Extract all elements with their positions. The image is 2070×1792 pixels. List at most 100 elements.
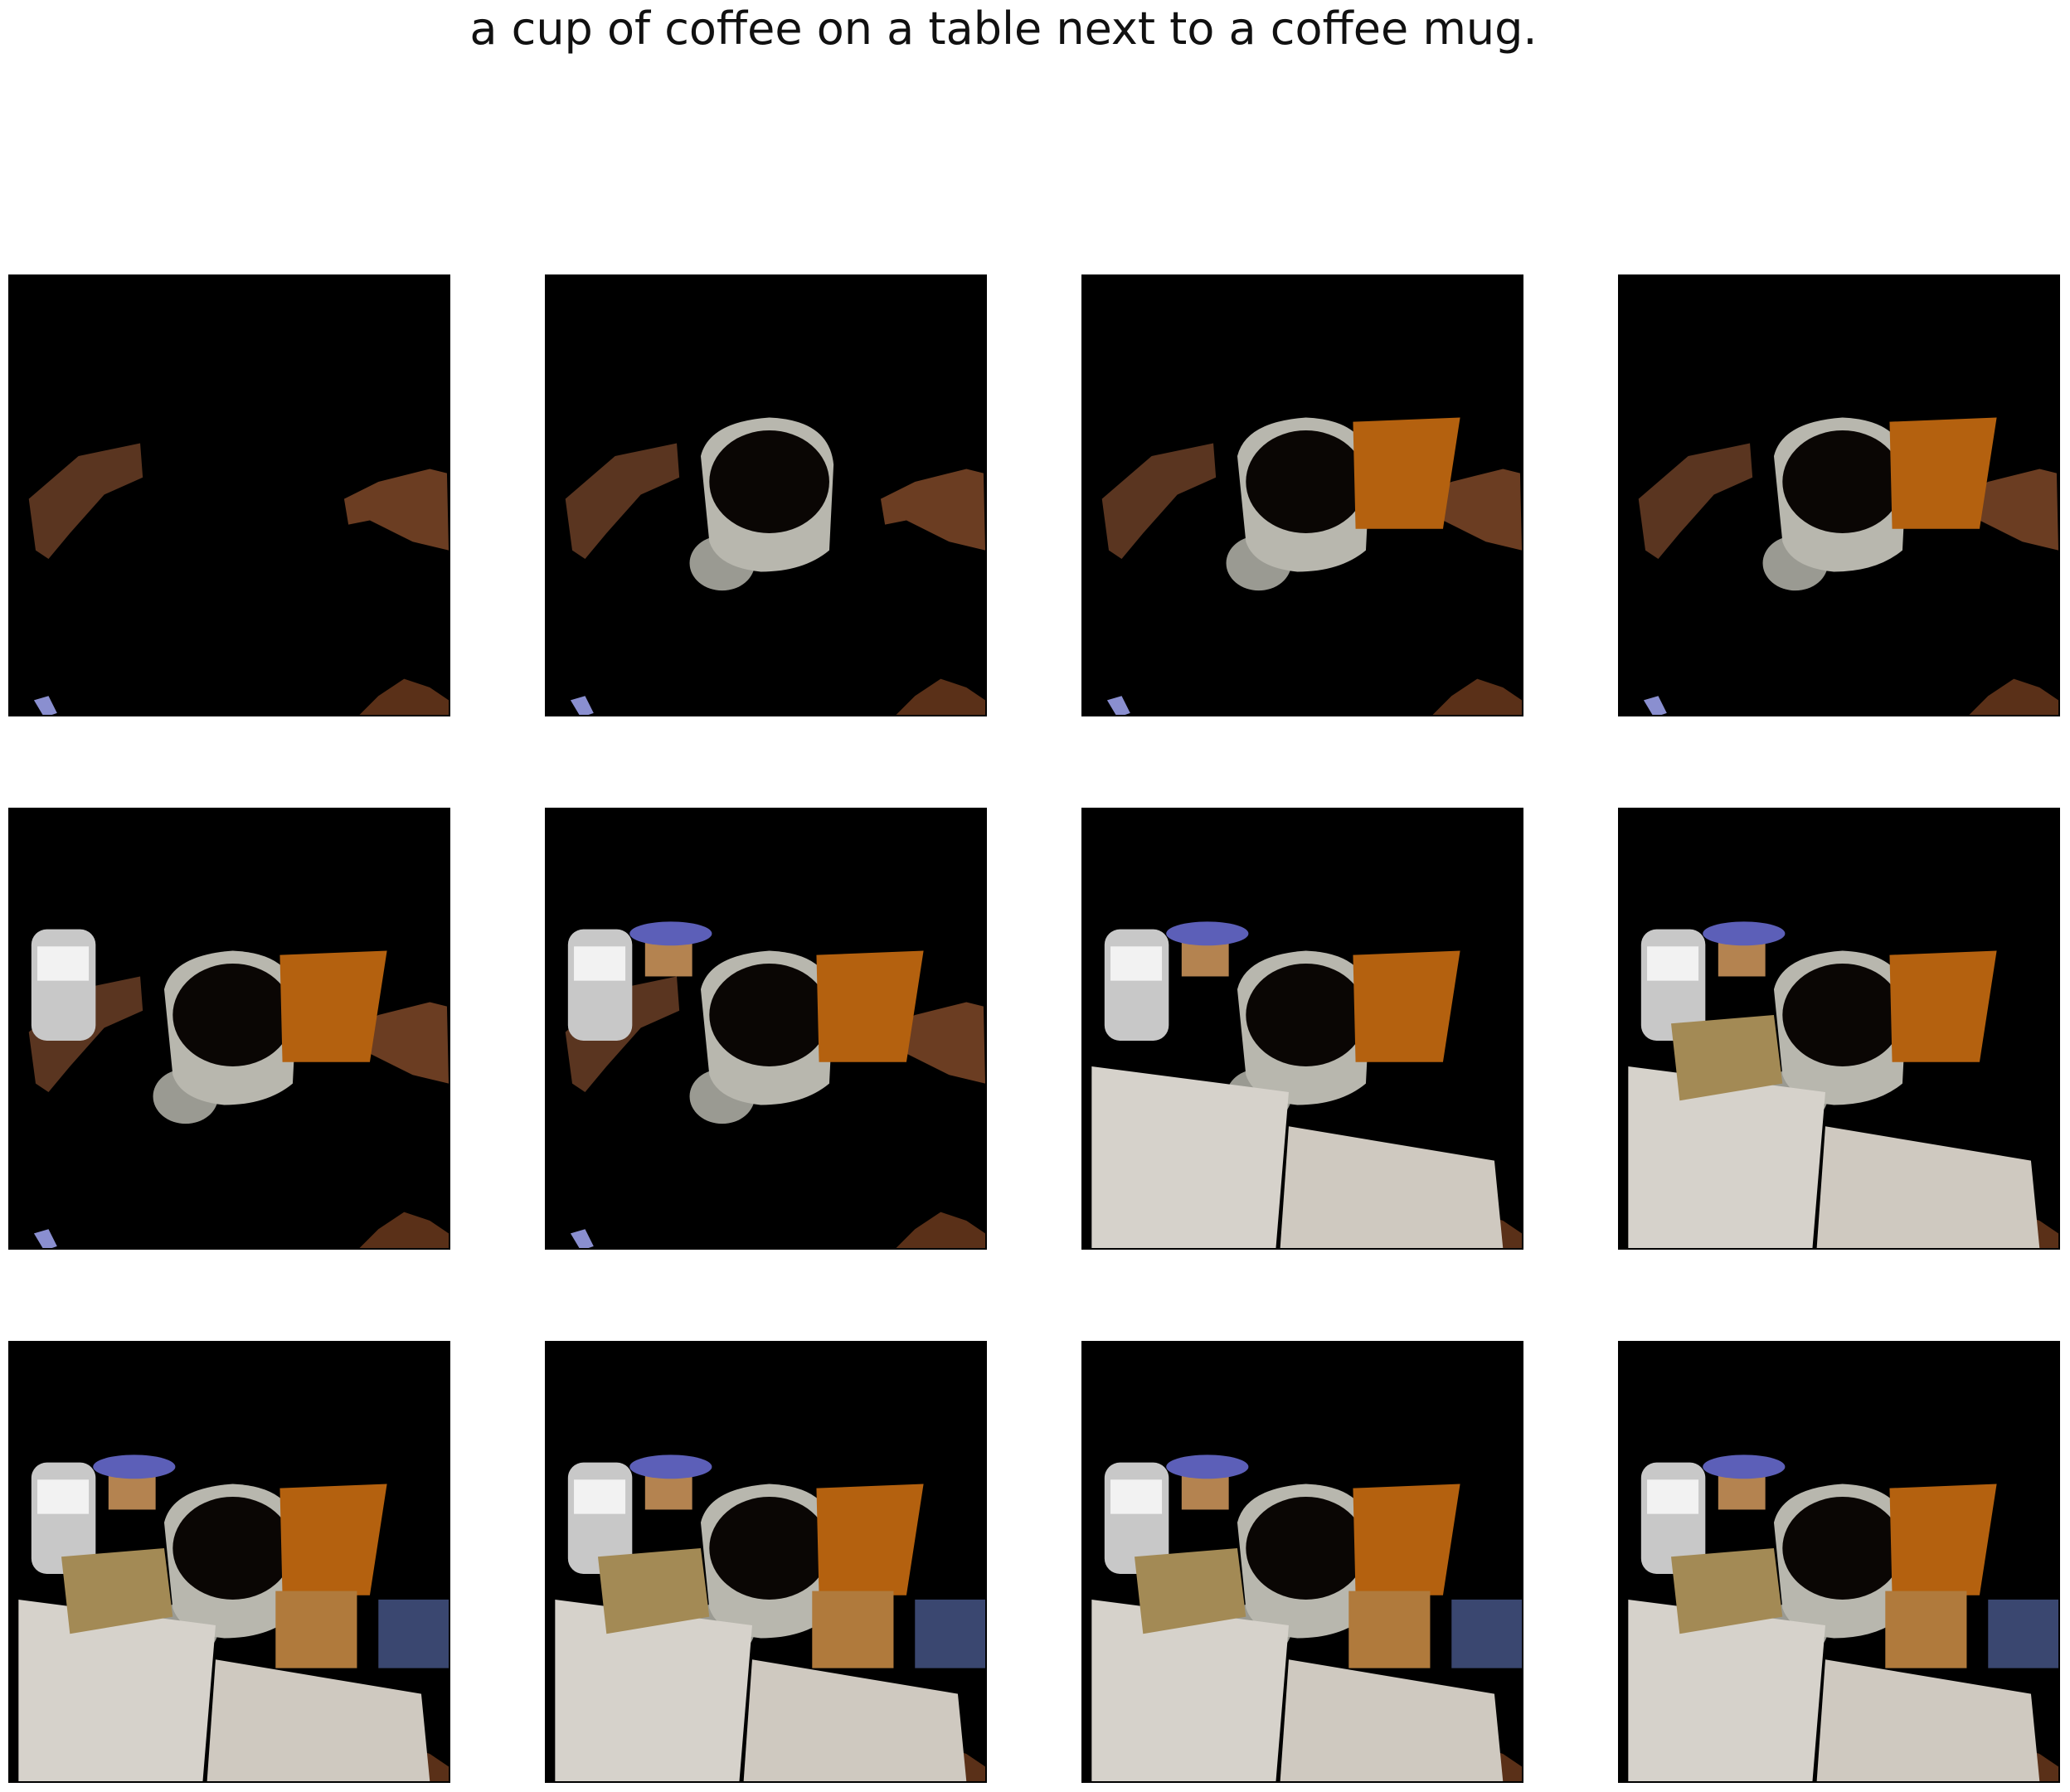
- cup-lid: [1703, 921, 1786, 946]
- coffee-mug: [689, 950, 834, 1124]
- jar-body: [31, 929, 96, 1041]
- frame-9: [8, 1341, 450, 1783]
- amber-glass: [279, 1484, 387, 1595]
- fragment: [28, 443, 143, 559]
- jar-label: [574, 1479, 626, 1514]
- jar-label: [1110, 1479, 1163, 1514]
- frame-7: [1081, 808, 1523, 1250]
- paper-right: [207, 1659, 430, 1781]
- amber-glass: [1889, 417, 1997, 529]
- fragment: [570, 696, 594, 715]
- dark-box: [1988, 1599, 2058, 1668]
- frame-image: [1101, 417, 1522, 715]
- paper-left: [1628, 1599, 1825, 1781]
- blue-lid-cup: [1166, 921, 1249, 977]
- frame-10: [545, 1341, 987, 1783]
- blue-lid-cup: [93, 1454, 176, 1510]
- glass-jar: [1104, 929, 1169, 1041]
- paper-right: [1816, 1126, 2040, 1248]
- cup-lid: [1166, 1454, 1249, 1479]
- jar-label: [1647, 1479, 1699, 1514]
- blue-lid-cup: [629, 921, 712, 977]
- image-grid: [0, 0, 2070, 1792]
- cup-lid: [629, 1454, 712, 1479]
- wood-block: [275, 1590, 357, 1668]
- jar-body: [1104, 929, 1169, 1041]
- coffee-surface: [709, 1496, 829, 1600]
- frame-image: [18, 1454, 449, 1781]
- amber-glass: [1353, 1484, 1460, 1595]
- fragment: [896, 678, 985, 715]
- fragment: [570, 1229, 594, 1248]
- amber-glass: [1353, 950, 1460, 1062]
- frame-image: [1628, 1454, 2058, 1781]
- dark-box: [915, 1599, 985, 1668]
- frame-5: [8, 808, 450, 1250]
- paper-left: [1091, 1599, 1289, 1781]
- amber-glass: [816, 1484, 924, 1595]
- glass-jar: [567, 929, 633, 1041]
- cup-lid: [93, 1454, 176, 1479]
- paper-left: [18, 1599, 216, 1781]
- coffee-surface: [709, 430, 829, 533]
- fragment: [343, 469, 449, 551]
- fragment: [1643, 696, 1667, 715]
- coffee-surface: [1782, 1496, 1902, 1600]
- jar-label: [37, 946, 90, 981]
- amber-glass: [1889, 950, 1997, 1062]
- amber-glass: [816, 950, 924, 1062]
- jar-label: [574, 946, 626, 981]
- amber-glass: [1353, 417, 1460, 529]
- frame-4: [1618, 274, 2060, 716]
- dark-box: [1451, 1599, 1522, 1668]
- paper-left: [1628, 1066, 1825, 1248]
- frame-image: [565, 921, 985, 1248]
- frame-image: [1628, 921, 2058, 1248]
- paper-right: [743, 1659, 967, 1781]
- paper-right: [1280, 1126, 1504, 1248]
- amber-glass: [279, 950, 387, 1062]
- paper-right: [1280, 1659, 1504, 1781]
- cup-lid: [629, 921, 712, 946]
- frame-image: [1638, 417, 2058, 715]
- wood-block: [1348, 1590, 1431, 1668]
- fragment: [565, 443, 680, 559]
- frame-1: [8, 274, 450, 716]
- paper-left: [1091, 1066, 1289, 1248]
- coffee-surface: [1782, 430, 1902, 533]
- wood-block: [1885, 1590, 1967, 1668]
- frame-image: [555, 1454, 985, 1781]
- frame-image: [1091, 921, 1522, 1248]
- fragment: [33, 1229, 57, 1248]
- blue-lid-cup: [629, 1454, 712, 1510]
- fragment: [880, 469, 985, 551]
- fragment: [896, 1212, 985, 1248]
- fragment: [1432, 678, 1522, 715]
- fragment: [1969, 678, 2058, 715]
- jar-label: [37, 1479, 90, 1514]
- cup-lid: [1166, 921, 1249, 946]
- cup-lid: [1703, 1454, 1786, 1479]
- coffee-mug: [1762, 417, 1907, 591]
- frame-11: [1081, 1341, 1523, 1783]
- fragment: [1106, 696, 1130, 715]
- coffee-mug: [1226, 417, 1371, 591]
- blue-lid-cup: [1166, 1454, 1249, 1510]
- jar-label: [1110, 946, 1163, 981]
- frame-image: [1091, 1454, 1522, 1781]
- fragment: [1638, 443, 1753, 559]
- dark-box: [378, 1599, 449, 1668]
- coffee-surface: [172, 1496, 293, 1600]
- frame-image: [565, 417, 985, 715]
- glass-jar: [31, 929, 96, 1041]
- coffee-mug: [153, 950, 298, 1124]
- blue-lid-cup: [1703, 1454, 1786, 1510]
- amber-glass: [1889, 1484, 1997, 1595]
- coffee-surface: [1782, 963, 1902, 1066]
- frame-8: [1618, 808, 2060, 1250]
- wood-fragments: [28, 443, 449, 715]
- coffee-mug: [689, 417, 834, 591]
- jar-body: [567, 929, 633, 1041]
- frame-12: [1618, 1341, 2060, 1783]
- jar-label: [1647, 946, 1699, 981]
